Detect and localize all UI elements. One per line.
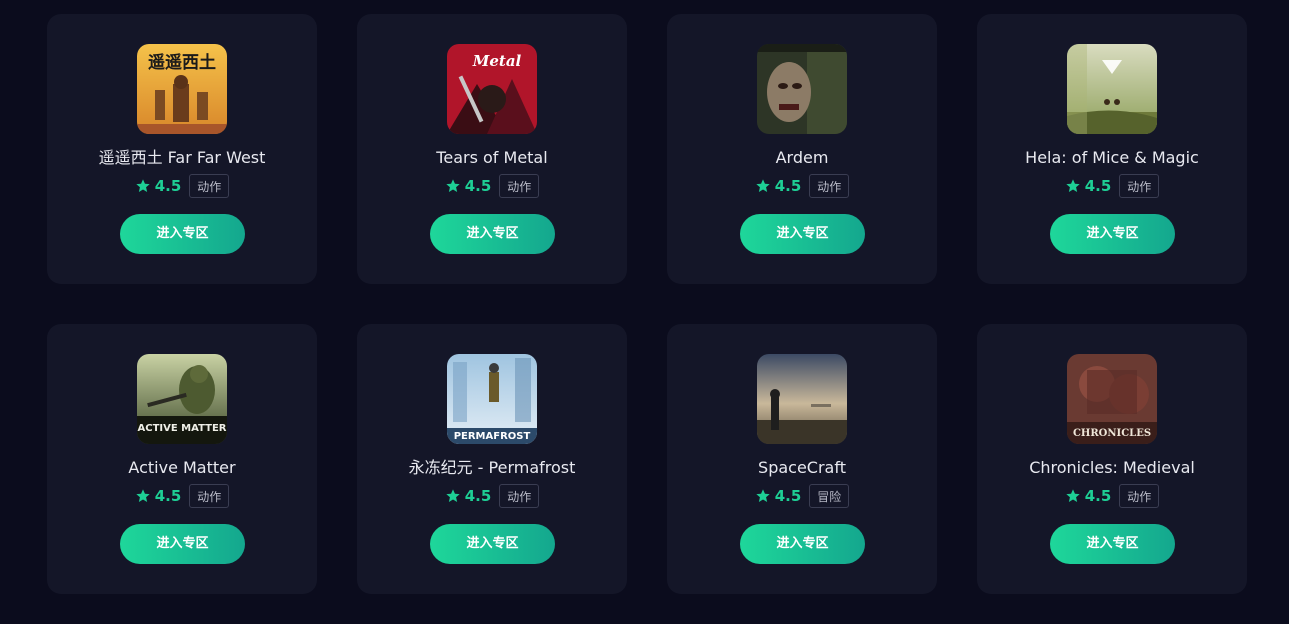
star-icon <box>446 489 460 502</box>
game-card: 遥遥西土 遥遥西土 Far Far West 4.5 动作 进入专区 <box>47 14 317 284</box>
game-meta: 4.5 动作 <box>357 483 627 509</box>
enter-zone-button[interactable]: 进入专区 <box>430 524 555 564</box>
star-icon <box>756 179 770 192</box>
rating: 4.5 <box>755 177 802 195</box>
game-cover-hela[interactable] <box>1067 44 1157 134</box>
rating: 4.5 <box>1065 177 1112 195</box>
game-grid: 遥遥西土 遥遥西土 Far Far West 4.5 动作 进入专区 Metal… <box>47 14 1247 594</box>
game-title: 永冻纪元 - Permafrost <box>408 458 576 477</box>
game-cover-far-far-west[interactable]: 遥遥西土 <box>137 44 227 134</box>
rating: 4.5 <box>135 177 182 195</box>
enter-zone-button[interactable]: 进入专区 <box>1050 524 1175 564</box>
genre-tag: 动作 <box>499 174 540 198</box>
genre-tag: 冒险 <box>809 484 850 508</box>
rating-value: 4.5 <box>154 487 182 505</box>
game-cover-spacecraft[interactable] <box>757 354 847 444</box>
cover-text: 遥遥西土 <box>148 52 216 73</box>
game-cover-chronicles[interactable]: CHRONICLES <box>1067 354 1157 444</box>
game-card: PERMAFROST 永冻纪元 - Permafrost 4.5 动作 进入专区 <box>357 324 627 594</box>
genre-tag: 动作 <box>809 174 850 198</box>
rating-value: 4.5 <box>1084 177 1112 195</box>
cover-text: Metal <box>472 52 522 70</box>
genre-tag: 动作 <box>1119 484 1160 508</box>
cover-text: CHRONICLES <box>1073 428 1151 439</box>
cover-art: ACTIVE MATTER <box>137 354 227 444</box>
game-title: 遥遥西土 Far Far West <box>98 148 266 167</box>
game-cover-active-matter[interactable]: ACTIVE MATTER <box>137 354 227 444</box>
genre-tag: 动作 <box>189 174 230 198</box>
enter-zone-button[interactable]: 进入专区 <box>430 214 555 254</box>
star-icon <box>136 179 150 192</box>
star-icon <box>756 489 770 502</box>
game-meta: 4.5 动作 <box>667 173 937 199</box>
game-card: Hela: of Mice & Magic 4.5 动作 进入专区 <box>977 14 1247 284</box>
rating: 4.5 <box>135 487 182 505</box>
rating-value: 4.5 <box>774 487 802 505</box>
rating: 4.5 <box>445 487 492 505</box>
genre-tag: 动作 <box>189 484 230 508</box>
cover-text: PERMAFROST <box>454 431 531 442</box>
game-card: CHRONICLES Chronicles: Medieval 4.5 动作 进… <box>977 324 1247 594</box>
genre-tag: 动作 <box>499 484 540 508</box>
enter-zone-button[interactable]: 进入专区 <box>120 524 245 564</box>
star-icon <box>1066 179 1080 192</box>
game-title: Ardem <box>775 148 829 167</box>
game-meta: 4.5 动作 <box>47 483 317 509</box>
game-meta: 4.5 动作 <box>357 173 627 199</box>
enter-zone-button[interactable]: 进入专区 <box>1050 214 1175 254</box>
cover-text: ACTIVE MATTER <box>138 423 227 434</box>
game-card: ACTIVE MATTER Active Matter 4.5 动作 进入专区 <box>47 324 317 594</box>
star-icon <box>1066 489 1080 502</box>
cover-art: PERMAFROST <box>447 354 537 444</box>
cover-art <box>1067 44 1157 134</box>
rating-value: 4.5 <box>464 177 492 195</box>
cover-art: Metal <box>447 44 537 134</box>
rating-value: 4.5 <box>464 487 492 505</box>
game-title: SpaceCraft <box>758 458 846 477</box>
rating: 4.5 <box>755 487 802 505</box>
rating: 4.5 <box>445 177 492 195</box>
game-meta: 4.5 动作 <box>977 483 1247 509</box>
genre-tag: 动作 <box>1119 174 1160 198</box>
game-title: Tears of Metal <box>436 148 548 167</box>
rating: 4.5 <box>1065 487 1112 505</box>
enter-zone-button[interactable]: 进入专区 <box>120 214 245 254</box>
rating-value: 4.5 <box>154 177 182 195</box>
game-meta: 4.5 动作 <box>47 173 317 199</box>
game-title: Chronicles: Medieval <box>1029 458 1195 477</box>
game-cover-permafrost[interactable]: PERMAFROST <box>447 354 537 444</box>
cover-art: 遥遥西土 <box>137 44 227 134</box>
rating-value: 4.5 <box>1084 487 1112 505</box>
enter-zone-button[interactable]: 进入专区 <box>740 214 865 254</box>
game-title: Hela: of Mice & Magic <box>1025 148 1199 167</box>
cover-art <box>757 44 847 134</box>
cover-art: CHRONICLES <box>1067 354 1157 444</box>
cover-art <box>757 354 847 444</box>
game-meta: 4.5 动作 <box>977 173 1247 199</box>
star-icon <box>446 179 460 192</box>
game-card: Metal Tears of Metal 4.5 动作 进入专区 <box>357 14 627 284</box>
game-card: SpaceCraft 4.5 冒险 进入专区 <box>667 324 937 594</box>
enter-zone-button[interactable]: 进入专区 <box>740 524 865 564</box>
game-card: Ardem 4.5 动作 进入专区 <box>667 14 937 284</box>
rating-value: 4.5 <box>774 177 802 195</box>
game-meta: 4.5 冒险 <box>667 483 937 509</box>
star-icon <box>136 489 150 502</box>
game-title: Active Matter <box>128 458 236 477</box>
game-cover-tears-of-metal[interactable]: Metal <box>447 44 537 134</box>
game-cover-ardem[interactable] <box>757 44 847 134</box>
